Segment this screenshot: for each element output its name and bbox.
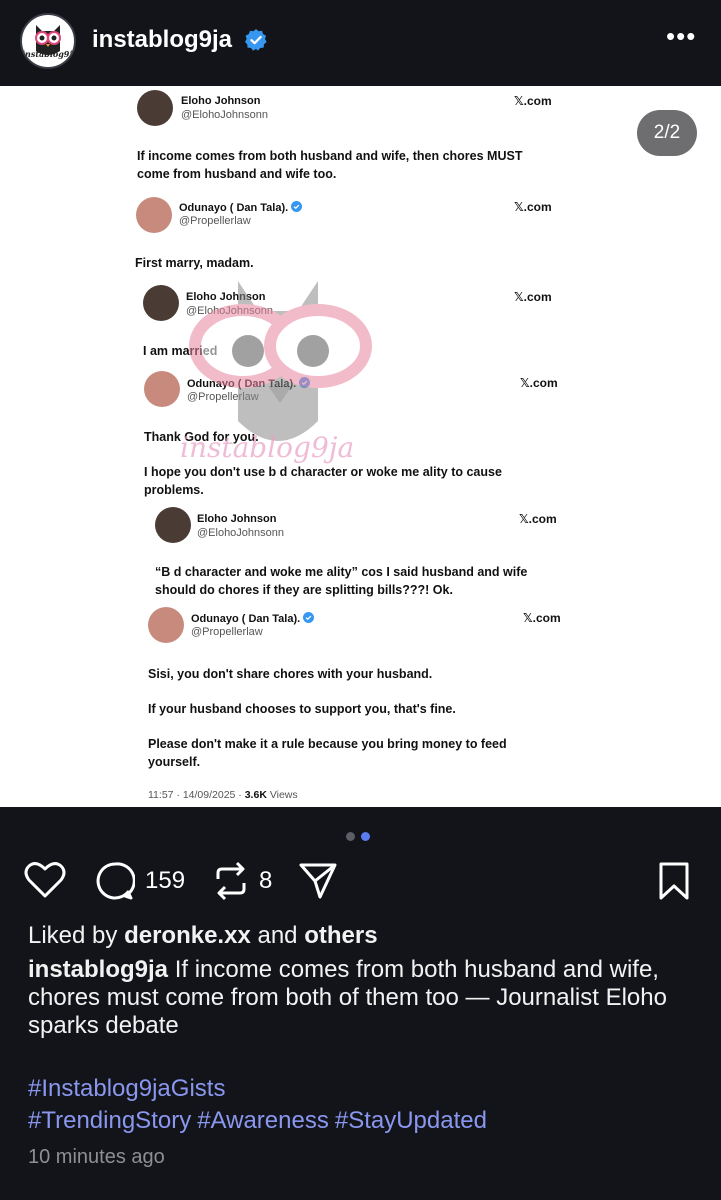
- avatar-label: instablog9ja: [22, 49, 76, 59]
- post-header: instablog9ja instablog9ja •••: [0, 0, 721, 86]
- post-username[interactable]: instablog9ja: [92, 26, 232, 54]
- tweet-source: 𝕏.com: [514, 94, 552, 108]
- tweet-handle: @ElohoJohnsonn: [186, 305, 274, 317]
- more-options-button[interactable]: •••: [666, 23, 700, 52]
- save-button[interactable]: [656, 855, 696, 905]
- tweet-handle: @ElohoJohnsonn: [197, 527, 285, 539]
- tweet-handle: @ElohoJohnsonn: [181, 109, 269, 121]
- carousel-counter: 2/2: [637, 110, 697, 156]
- tweet-body: First marry, madam.: [135, 256, 254, 270]
- comment-button[interactable]: 159: [95, 855, 195, 905]
- verified-badge-icon: [245, 29, 267, 51]
- comment-count: 159: [145, 867, 186, 894]
- tweet-meta: 11:57 · 14/09/2025 · 3.6K Views: [148, 789, 298, 801]
- tweet-handle: @Propellerlaw: [191, 626, 263, 638]
- repost-button[interactable]: 8: [212, 855, 282, 905]
- verified-badge-icon: [299, 377, 311, 388]
- action-bar: 159 8: [0, 855, 721, 905]
- send-icon: [299, 863, 337, 899]
- tweet-body-line-2: If your husband chooses to support you, …: [148, 702, 456, 716]
- caption: instablog9ja If income comes from both h…: [28, 956, 708, 1040]
- tweet-avatar: [143, 285, 179, 321]
- hashtag-link[interactable]: #Awareness: [197, 1107, 329, 1134]
- tweet-avatar: [136, 197, 172, 233]
- tweet-source: 𝕏.com: [514, 290, 552, 304]
- likes-line: Liked by deronke.xx and others: [28, 922, 378, 949]
- tweet-source: 𝕏.com: [523, 611, 561, 625]
- carousel-dot-active: [361, 832, 370, 841]
- tweet-source: 𝕏.com: [514, 200, 552, 214]
- share-button[interactable]: [298, 855, 340, 905]
- like-button[interactable]: [24, 855, 68, 905]
- tweet-avatar: [155, 507, 191, 543]
- caption-username[interactable]: instablog9ja: [28, 956, 168, 983]
- verified-badge-icon: [303, 612, 315, 623]
- tweet-source: 𝕏.com: [520, 376, 558, 390]
- heart-icon: [24, 862, 66, 898]
- tweet-body-line-2: I hope you don't use b d character or wo…: [144, 465, 502, 497]
- tweet-name: Odunayo ( Dan Tala).: [179, 201, 303, 214]
- watermark-text: instablog9ja: [180, 431, 355, 464]
- comment-icon: [96, 862, 135, 900]
- tweet-name: Odunayo ( Dan Tala).: [187, 377, 311, 390]
- profile-avatar[interactable]: instablog9ja: [20, 13, 76, 69]
- tweet-source: 𝕏.com: [519, 512, 557, 526]
- tweet-handle: @Propellerlaw: [187, 391, 259, 403]
- tweet-body-line-3: Please don't make it a rule because you …: [148, 737, 507, 769]
- tweet-body: I am married: [143, 344, 218, 358]
- hashtag-link[interactable]: #Instablog9jaGists: [28, 1075, 225, 1102]
- tweet-body: If income comes from both husband and wi…: [137, 149, 523, 181]
- tweet-body: “B d character and woke me ality” cos I …: [155, 565, 528, 597]
- verified-badge-icon: [291, 201, 303, 212]
- post-timestamp: 10 minutes ago: [28, 1146, 165, 1168]
- bookmark-icon: [659, 862, 689, 900]
- tweet-name: Odunayo ( Dan Tala).: [191, 612, 315, 625]
- carousel-dots: [346, 828, 376, 841]
- repost-icon: [216, 861, 246, 901]
- owl-logo-icon: [35, 25, 61, 55]
- hashtag-link[interactable]: #StayUpdated: [335, 1107, 487, 1134]
- post-image[interactable]: 2/2 Eloho Johnson @ElohoJohnsonn 𝕏.com I…: [0, 86, 721, 807]
- tweet-name: Eloho Johnson: [181, 95, 261, 107]
- carousel-dot-inactive: [346, 832, 355, 841]
- tweet-avatar: [137, 90, 173, 126]
- tweet-name: Eloho Johnson: [197, 513, 277, 525]
- tweet-name: Eloho Johnson: [186, 291, 266, 303]
- tweet-avatar: [144, 371, 180, 407]
- tweet-avatar: [148, 607, 184, 643]
- repost-count: 8: [259, 867, 273, 894]
- tweet-handle: @Propellerlaw: [179, 215, 251, 227]
- hashtags: #Instablog9jaGists #TrendingStory #Awaren…: [28, 1073, 708, 1137]
- tweet-body: Sisi, you don't share chores with your h…: [148, 667, 433, 681]
- likes-others-link[interactable]: others: [304, 922, 377, 949]
- liker-username[interactable]: deronke.xx: [124, 922, 251, 949]
- hashtag-link[interactable]: #TrendingStory: [28, 1107, 191, 1134]
